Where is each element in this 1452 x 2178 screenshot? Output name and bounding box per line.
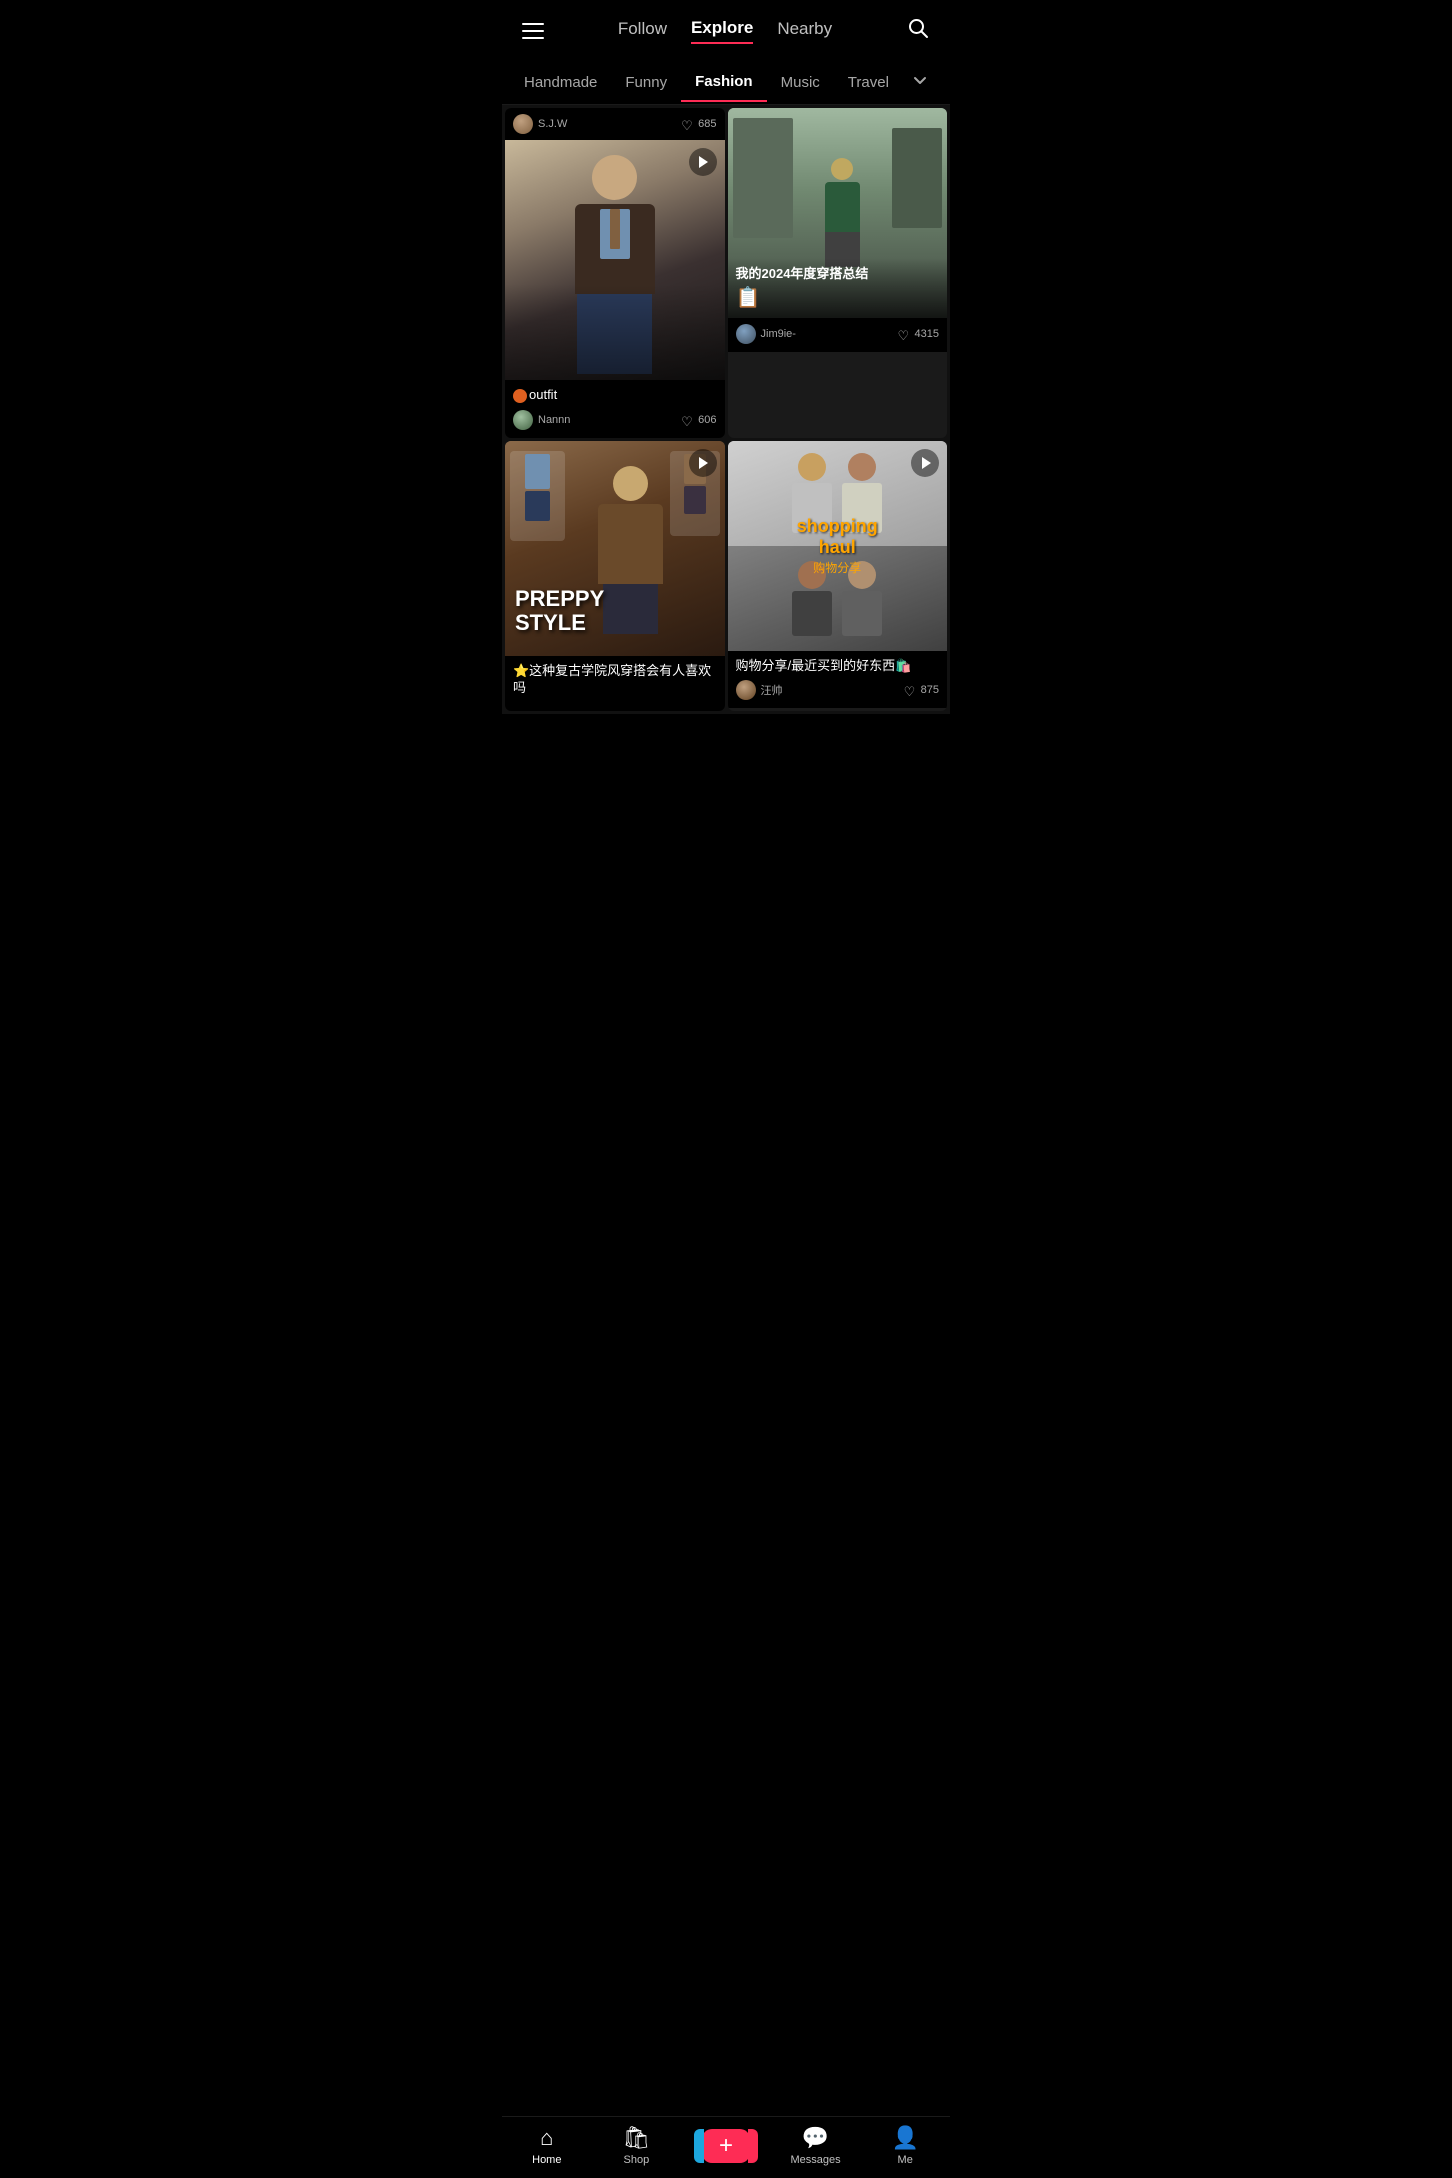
preppy-line2: STYLE: [515, 611, 604, 635]
feed-card-preppy[interactable]: PREPPY STYLE ⭐这种复古学院风穿搭会有人喜欢吗: [505, 441, 725, 711]
like-section-shopping: 875: [904, 683, 939, 697]
card-info-shopping: 购物分享/最近买到的好东西🛍️ 汪帅 875: [728, 651, 948, 709]
haul-text-overlay: shopping haul 购物分享: [782, 515, 892, 575]
avatar-sjw: [513, 114, 533, 134]
author-name-wang: 汪帅: [761, 682, 783, 698]
messages-icon: 💬: [802, 2125, 829, 2151]
card-title-shopping: 购物分享/最近买到的好东西🛍️: [736, 657, 940, 675]
play-button-outfit[interactable]: [689, 148, 717, 176]
feed-card-shopping[interactable]: shopping haul 购物分享 购物分享/最近买到的好东西🛍️ 汪帅 87…: [728, 441, 948, 711]
nav-home[interactable]: ⌂ Home: [502, 2125, 592, 2166]
avatar-jim: [736, 324, 756, 344]
street-caption-text: 我的2024年度穿搭总结: [736, 266, 940, 283]
bottom-nav: ⌂ Home 🛍 Shop + 💬 Messages 👤 Me: [502, 2116, 950, 2178]
like-count-shopping: 875: [921, 684, 939, 696]
card-meta-outfit: Nannn 606: [513, 410, 717, 430]
street-caption-overlay: 我的2024年度穿搭总结 📋: [728, 258, 948, 318]
heart-icon-street: [898, 327, 912, 341]
nav-shop[interactable]: 🛍 Shop: [592, 2125, 682, 2166]
shop-label: Shop: [624, 2154, 650, 2166]
tab-follow[interactable]: Follow: [618, 19, 667, 43]
preppy-line1: PREPPY: [515, 587, 604, 611]
search-icon[interactable]: [902, 12, 934, 49]
add-button[interactable]: +: [702, 2129, 750, 2163]
haul-sub-text: 购物分享: [782, 559, 892, 576]
orange-dot: [513, 389, 527, 403]
card-author-nannn: Nannn: [513, 410, 570, 430]
heart-icon: [681, 117, 695, 131]
card-image-preppy: PREPPY STYLE: [505, 441, 725, 656]
card-info-street: Jim9ie- 4315: [728, 318, 948, 352]
card-image-street: 我的2024年度穿搭总结 📋: [728, 108, 948, 318]
top-nav: Follow Explore Nearby: [502, 0, 950, 61]
tab-nearby[interactable]: Nearby: [777, 19, 832, 43]
cat-travel[interactable]: Travel: [834, 64, 903, 101]
cat-music[interactable]: Music: [767, 64, 834, 101]
nav-tabs: Follow Explore Nearby: [618, 18, 832, 44]
home-icon: ⌂: [540, 2125, 553, 2151]
heart-icon-outfit: [681, 413, 695, 427]
author-name-nannn: Nannn: [538, 414, 570, 426]
card-author-jim: Jim9ie-: [736, 324, 796, 344]
card-author-sjw: S.J.W: [513, 114, 567, 134]
like-section-header: 685: [681, 117, 716, 131]
card-author-wang: 汪帅: [736, 680, 783, 700]
play-button-shopping[interactable]: [911, 449, 939, 477]
card-image-outfit: [505, 140, 725, 380]
preppy-text-overlay: PREPPY STYLE: [515, 587, 604, 635]
messages-label: Messages: [791, 2154, 841, 2166]
card-info-outfit: outfit Nannn 606: [505, 380, 725, 438]
avatar-wang: [736, 680, 756, 700]
card-meta-shopping: 汪帅 875: [736, 680, 940, 700]
feed-grid: S.J.W 685: [502, 105, 950, 714]
card-image-shopping: shopping haul 购物分享: [728, 441, 948, 651]
feed-card-street[interactable]: 我的2024年度穿搭总结 📋 Jim9ie- 4315: [728, 108, 948, 438]
card-title-preppy: ⭐这种复古学院风穿搭会有人喜欢吗: [513, 662, 717, 697]
cat-handmade[interactable]: Handmade: [510, 64, 611, 101]
nav-add[interactable]: +: [681, 2129, 771, 2163]
heart-icon-shopping: [904, 683, 918, 697]
feed-wrapper: S.J.W 685: [502, 105, 950, 784]
card-title-outfit: outfit: [513, 386, 717, 404]
play-button-preppy[interactable]: [689, 449, 717, 477]
cat-fashion[interactable]: Fashion: [681, 63, 767, 102]
me-icon: 👤: [891, 2125, 918, 2151]
feed-card-outfit[interactable]: S.J.W 685: [505, 108, 725, 438]
avatar-nannn: [513, 410, 533, 430]
haul-main-text: shopping haul: [782, 515, 892, 558]
me-label: Me: [898, 2154, 913, 2166]
like-count-outfit: 606: [698, 414, 716, 426]
nav-messages[interactable]: 💬 Messages: [771, 2125, 861, 2166]
cat-funny[interactable]: Funny: [611, 64, 681, 101]
like-count-street: 4315: [915, 328, 939, 340]
category-tabs: Handmade Funny Fashion Music Travel: [502, 61, 950, 105]
author-name-jim: Jim9ie-: [761, 328, 796, 340]
tab-explore[interactable]: Explore: [691, 18, 753, 44]
home-label: Home: [532, 2154, 561, 2166]
card-meta-street: Jim9ie- 4315: [736, 324, 940, 344]
menu-icon[interactable]: [518, 19, 548, 43]
like-section-street: 4315: [898, 327, 939, 341]
shop-icon: 🛍: [622, 2125, 650, 2151]
like-section-outfit: 606: [681, 413, 716, 427]
card-header-sjw: S.J.W 685: [505, 108, 725, 140]
author-name-sjw: S.J.W: [538, 118, 567, 130]
categories-more-icon[interactable]: [903, 61, 937, 104]
like-count-sjw: 685: [698, 118, 716, 130]
nav-me[interactable]: 👤 Me: [860, 2125, 950, 2166]
card-info-preppy: ⭐这种复古学院风穿搭会有人喜欢吗: [505, 656, 725, 711]
